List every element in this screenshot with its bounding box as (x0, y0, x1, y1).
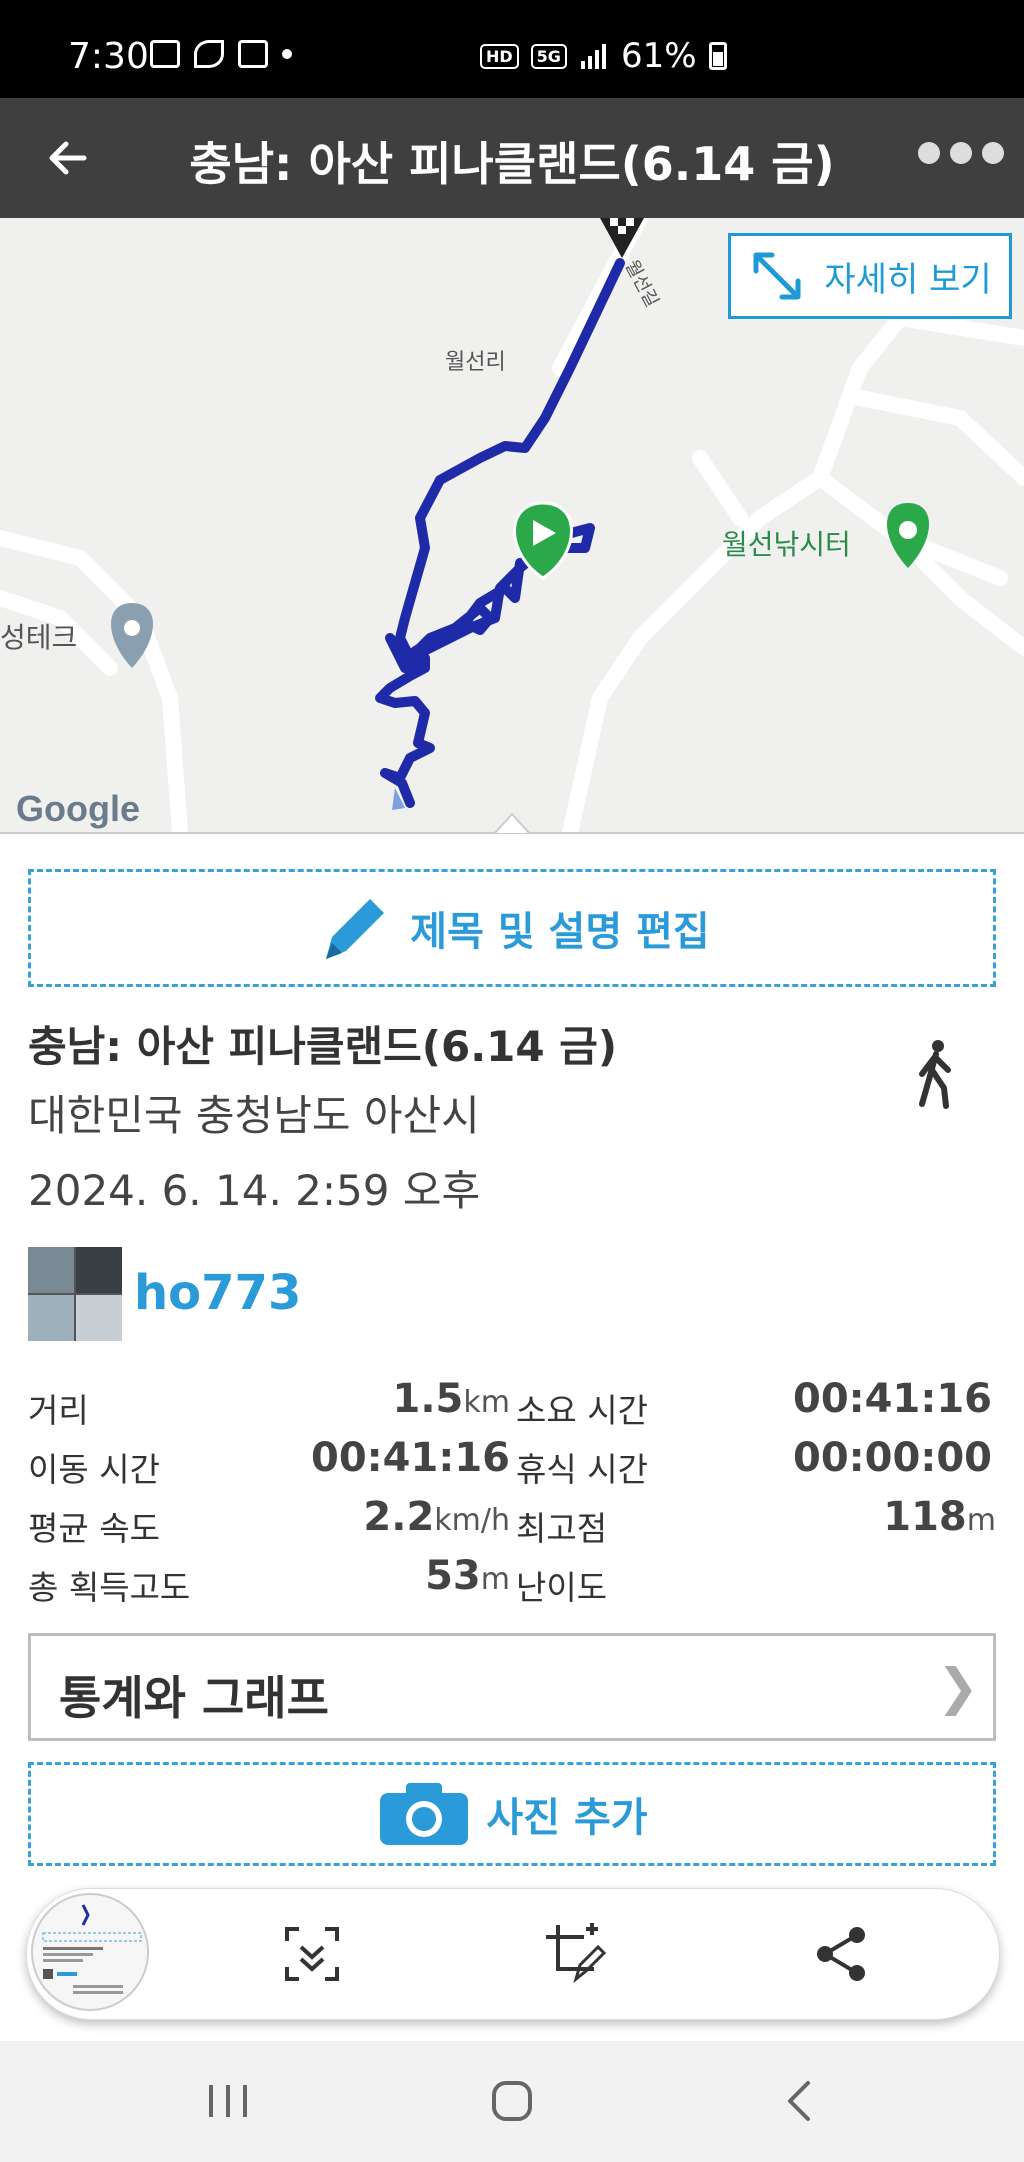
avatar-tile (76, 1295, 122, 1341)
max-elevation-label: 최고점 (516, 1509, 608, 1548)
status-bar: 7:30 HD 5G 61% (0, 0, 1024, 98)
more-dot-icon (918, 142, 940, 164)
elevation-gain-unit: m (480, 1562, 510, 1597)
more-menu-button[interactable] (918, 142, 1024, 172)
add-photo-button[interactable]: 사진 추가 (28, 1762, 996, 1866)
map-label-seongtech: 성테크 (0, 621, 78, 654)
status-time: 7:30 (68, 36, 149, 77)
max-elevation-unit: m (966, 1503, 996, 1538)
battery-icon (708, 42, 727, 70)
back-arrow-icon[interactable] (40, 128, 100, 188)
app-bar: 충남: 아산 피나클랜드(6.14 금) (0, 98, 1024, 218)
more-notifications-icon (282, 49, 292, 59)
rest-time-value: 00:00:00 (793, 1435, 992, 1481)
system-nav-bar (0, 2041, 1024, 2162)
elevation-gain-label: 총 획득고도 (28, 1568, 191, 1607)
moving-time-label: 이동 시간 (28, 1450, 160, 1489)
duration-value: 00:41:16 (793, 1376, 992, 1422)
stats-graphs-label: 통계와 그래프 (59, 1671, 329, 1725)
stats-graphs-button[interactable]: 통계와 그래프 ❯ (28, 1633, 996, 1741)
elevation-gain-number: 53 (425, 1553, 481, 1599)
avatar-tile (76, 1247, 122, 1293)
status-right: HD 5G 61% (480, 36, 727, 76)
edit-title-button[interactable]: 제목 및 설명 편집 (28, 869, 996, 987)
home-icon[interactable] (490, 2079, 534, 2123)
crop-edit-icon[interactable] (540, 1919, 610, 1989)
back-nav-icon[interactable] (782, 2079, 818, 2123)
recent-apps-icon[interactable] (205, 2081, 251, 2121)
share-icon[interactable] (807, 1919, 877, 1989)
expand-arrows-icon (753, 252, 801, 300)
gallery-icon (150, 40, 180, 68)
feather-icon (194, 40, 224, 68)
trip-title: 충남: 아산 피나클랜드(6.14 금) (28, 1022, 618, 1071)
hd-badge: HD (480, 43, 519, 69)
chevron-right-icon: ❯ (937, 1658, 979, 1716)
screenshot-thumbnail[interactable] (31, 1893, 149, 2011)
camera-icon (380, 1783, 469, 1845)
walking-icon (919, 1040, 951, 1109)
more-dot-icon (950, 142, 972, 164)
pay-icon (238, 40, 268, 68)
signal-icon (580, 44, 606, 69)
trip-location: 대한민국 충청남도 아산시 (28, 1091, 480, 1140)
page-title: 충남: 아산 피나클랜드(6.14 금) (189, 137, 835, 191)
pencil-icon (326, 899, 385, 959)
distance-value: 1.5km (280, 1376, 510, 1422)
avg-speed-number: 2.2 (363, 1494, 435, 1540)
network-badge: 5G (530, 43, 567, 69)
distance-label: 거리 (28, 1391, 89, 1430)
duration-label: 소요 시간 (516, 1391, 648, 1430)
edit-title-label: 제목 및 설명 편집 (410, 909, 710, 955)
expand-map-label: 자세히 보기 (824, 259, 992, 300)
avg-speed-label: 평균 속도 (28, 1509, 160, 1548)
scroll-capture-icon[interactable] (277, 1919, 347, 1989)
difficulty-label: 난이도 (516, 1568, 608, 1607)
user-avatar[interactable] (28, 1247, 122, 1341)
add-photo-label: 사진 추가 (486, 1795, 648, 1841)
avatar-tile (28, 1247, 74, 1293)
elevation-gain-value: 53m (280, 1553, 510, 1599)
distance-number: 1.5 (392, 1376, 464, 1422)
expand-map-button[interactable]: 자세히 보기 (728, 233, 1012, 319)
trip-datetime: 2024. 6. 14. 2:59 오후 (28, 1166, 481, 1215)
map-label-wolseon-ri: 월선리 (445, 350, 506, 375)
max-elevation-number: 118 (883, 1494, 967, 1540)
more-dot-icon (982, 142, 1004, 164)
rest-time-label: 휴식 시간 (516, 1450, 648, 1489)
screenshot-toolbar (26, 1888, 1000, 2020)
avatar-tile (28, 1295, 74, 1341)
avg-speed-unit: km/h (434, 1503, 510, 1538)
battery-percent: 61% (620, 36, 697, 76)
map-label-fishing: 월선낚시터 (722, 528, 851, 561)
notification-icons (150, 40, 292, 68)
avg-speed-value: 2.2km/h (280, 1494, 510, 1540)
distance-unit: km (463, 1385, 510, 1420)
google-logo: Google (16, 788, 140, 829)
moving-time-value: 00:41:16 (311, 1435, 510, 1481)
username-link[interactable]: ho773 (134, 1265, 301, 1321)
pointer-caret-icon (494, 812, 530, 834)
max-elevation-value: 118m (760, 1494, 996, 1540)
thumbnail-preview (42, 1904, 142, 1994)
